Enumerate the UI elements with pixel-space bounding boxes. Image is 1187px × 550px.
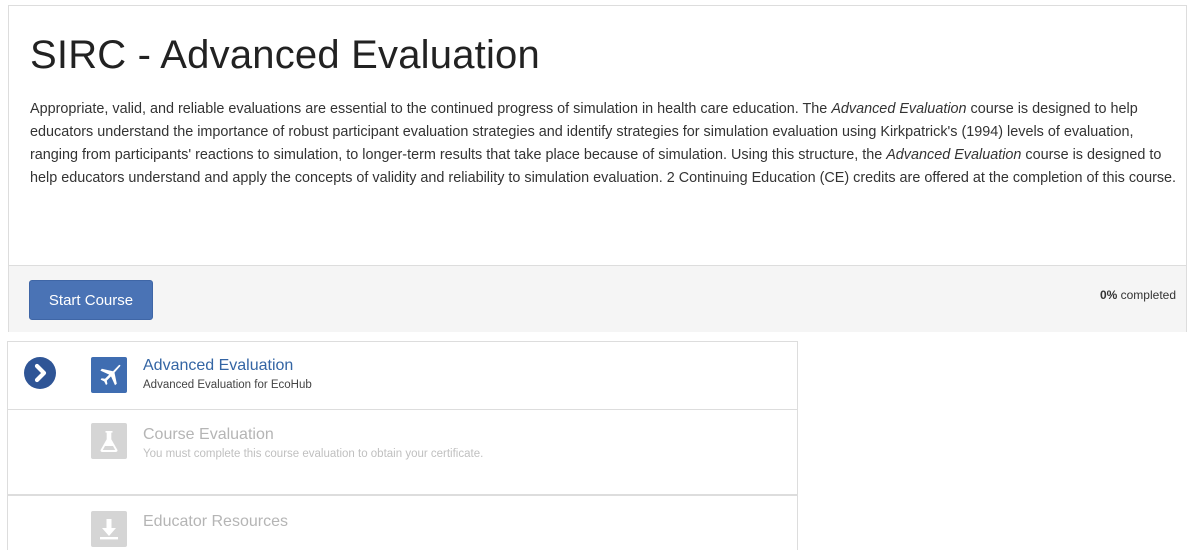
module-text: Course Evaluation You must complete this… — [143, 425, 483, 462]
module-subtitle: Advanced Evaluation for EcoHub — [143, 379, 312, 391]
flask-icon — [91, 423, 127, 459]
module-list: Advanced Evaluation Advanced Evaluation … — [7, 341, 798, 550]
description-emphasis-1: Advanced Evaluation — [831, 101, 967, 117]
start-course-button[interactable]: Start Course — [29, 280, 153, 320]
module-title: Educator Resources — [143, 513, 288, 530]
module-item-course-evaluation: Course Evaluation You must complete this… — [8, 410, 797, 496]
progress-indicator: 0% completed — [1100, 288, 1176, 302]
module-item-advanced-evaluation[interactable]: Advanced Evaluation Advanced Evaluation … — [8, 342, 797, 410]
course-panel: SIRC - Advanced Evaluation Appropriate, … — [8, 5, 1187, 332]
course-header: SIRC - Advanced Evaluation Appropriate, … — [9, 6, 1186, 265]
module-text: Advanced Evaluation Advanced Evaluation … — [143, 356, 312, 393]
course-title: SIRC - Advanced Evaluation — [30, 33, 540, 77]
airplane-icon — [91, 357, 127, 393]
chevron-right-circle-icon[interactable] — [24, 357, 56, 389]
module-text: Educator Resources — [143, 512, 288, 532]
progress-suffix: completed — [1117, 288, 1176, 302]
course-description: Appropriate, valid, and reliable evaluat… — [30, 98, 1180, 190]
module-subtitle: You must complete this course evaluation… — [143, 448, 484, 460]
description-text-1: Appropriate, valid, and reliable evaluat… — [30, 101, 832, 117]
module-title: Course Evaluation — [143, 426, 274, 443]
progress-percent: 0% — [1099, 288, 1118, 302]
description-emphasis-2: Advanced Evaluation — [886, 147, 1022, 163]
module-item-educator-resources: Educator Resources — [8, 496, 797, 550]
module-title[interactable]: Advanced Evaluation — [143, 356, 312, 376]
download-icon — [91, 511, 127, 547]
course-footer: Start Course 0% completed — [9, 265, 1186, 332]
